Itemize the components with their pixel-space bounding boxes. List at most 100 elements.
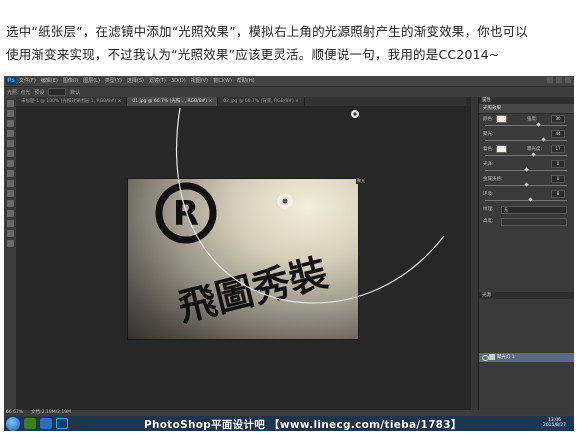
texture-row: 纹理: 无	[479, 204, 574, 216]
menu-type[interactable]: 类型(Y)	[105, 76, 122, 86]
marquee-tool-icon[interactable]	[6, 110, 14, 117]
panel-collapse-strip[interactable]	[471, 97, 478, 410]
eraser-tool-icon[interactable]	[6, 180, 14, 187]
light-list-item[interactable]: 聚光灯 1	[479, 353, 574, 362]
menu-edit[interactable]: 编辑(E)	[41, 76, 58, 86]
document-canvas[interactable]: R 飛圖秀裝	[127, 178, 359, 340]
preset-select[interactable]	[48, 88, 67, 96]
properties-title: 属性	[479, 97, 574, 104]
light-type-label: 光照: 点光	[7, 89, 31, 96]
ps-logo-icon: Ps	[6, 77, 16, 85]
prop-value-input[interactable]: 0	[551, 175, 565, 183]
explorer-icon[interactable]	[40, 418, 52, 429]
properties-panel: 属性 光照效果 颜色: 强度: 30 聚光: 44 着色: 曝光度: 17 光泽…	[478, 97, 574, 410]
menu-image[interactable]: 图像(I)	[63, 76, 78, 86]
prop-row-color: 颜色: 强度: 30	[479, 114, 574, 129]
lights-panel-title: 光源	[479, 292, 574, 299]
type-tool-icon[interactable]	[6, 210, 14, 217]
prop-row-metallic: 金属质感: 0	[479, 174, 574, 189]
menu-bar: Ps 文件(F) 编辑(E) 图像(I) 图层(L) 类型(Y) 选择(S) 滤…	[4, 76, 574, 86]
article-line-2: 使用渐变来实现，不过我认为“光照效果”应该更灵活。顺便说一句，我用的是CC201…	[6, 47, 500, 62]
canvas-title-text: 飛圖秀裝	[173, 250, 331, 330]
menu-filter[interactable]: 滤镜(T)	[149, 76, 166, 86]
prop-label: 高度:	[483, 219, 494, 224]
options-bar: 光照: 点光 预设 默认	[4, 86, 574, 97]
menu-3d[interactable]: 3D(D)	[171, 76, 186, 86]
canvas-artwork: R 飛圖秀裝	[155, 182, 332, 330]
clock-date: 2015/8/27	[542, 423, 566, 428]
gradient-tool-icon[interactable]	[6, 190, 14, 197]
prop-secondary-label: 强度:	[527, 117, 538, 122]
article-text: 选中“纸张层”，在滤镜中添加“光照效果”，模拟右上角的光源照射产生的渐变效果，你…	[0, 0, 577, 76]
prop-value-input[interactable]: 17	[551, 145, 565, 153]
pen-tool-icon[interactable]	[6, 200, 14, 207]
tab-untitled[interactable]: 未标题-1 @ 100% (光照效果图层 1, RGB/8#) ×	[16, 97, 128, 106]
preset-label: 预设	[34, 89, 45, 96]
brush-tool-icon[interactable]	[6, 160, 14, 167]
height-row: 高度:	[479, 216, 574, 228]
close-icon[interactable]	[565, 77, 571, 83]
light-item-label: 聚光灯 1	[497, 355, 515, 360]
browser-icon[interactable]	[24, 418, 36, 429]
start-button-icon[interactable]	[6, 416, 20, 431]
move-tool-icon[interactable]	[6, 100, 14, 107]
prop-label: 颜色:	[483, 117, 494, 122]
properties-tab-lighting[interactable]: 光照效果	[479, 104, 574, 114]
photoshop-window: Ps 文件(F) 编辑(E) 图像(I) 图层(L) 类型(Y) 选择(S) 滤…	[4, 76, 574, 431]
document-tabs: 未标题-1 @ 100% (光照效果图层 1, RGB/8#) × 01.jpg…	[16, 97, 466, 106]
prop-label: 金属质感:	[483, 177, 503, 182]
stamp-tool-icon[interactable]	[6, 170, 14, 177]
menu-layer[interactable]: 图层(L)	[83, 76, 100, 86]
eyedropper-tool-icon[interactable]	[6, 150, 14, 157]
lasso-tool-icon[interactable]	[6, 120, 14, 127]
prop-value-input[interactable]: 30	[551, 115, 565, 123]
menu-window[interactable]: 窗口(W)	[213, 76, 232, 86]
system-clock[interactable]: 13:06 2015/8/27	[543, 418, 566, 428]
menu-file[interactable]: 文件(F)	[19, 76, 36, 86]
logo-letter: R	[173, 194, 199, 234]
article-line-1: 选中“纸张层”，在滤镜中添加“光照效果”，模拟右上角的光源照射产生的渐变效果，你…	[6, 24, 529, 39]
prop-value-input[interactable]: 44	[551, 130, 565, 138]
window-controls	[547, 77, 571, 83]
tab-02-jpg[interactable]: 02.jpg @ 66.7% (背景, RGB/8#) ×	[218, 97, 305, 106]
zoom-tool-icon[interactable]	[6, 240, 14, 247]
shape-tool-icon[interactable]	[6, 220, 14, 227]
texture-select[interactable]: 无	[501, 206, 567, 214]
prop-label: 纹理:	[483, 207, 494, 212]
prop-label: 聚光:	[483, 132, 494, 137]
windows-taskbar: PhotoShop平面设计吧 【www.linecg.com/tieba/178…	[4, 416, 574, 431]
minimize-icon[interactable]	[547, 77, 553, 83]
prop-value-input[interactable]: 0	[551, 160, 565, 168]
prop-row-ambience: 环境: 8	[479, 189, 574, 204]
prop-row-colorize: 着色: 曝光度: 17	[479, 144, 574, 159]
prop-label: 光泽:	[483, 162, 494, 167]
light-type-badge: 聚光	[356, 178, 366, 184]
menu-view[interactable]: 视图(V)	[191, 76, 208, 86]
prop-label: 着色:	[483, 147, 494, 152]
registered-trademark-logo: R	[155, 182, 217, 244]
tools-panel	[4, 97, 16, 410]
colorize-swatch[interactable]	[496, 145, 507, 153]
crop-tool-icon[interactable]	[6, 140, 14, 147]
prop-secondary-label: 曝光度:	[527, 147, 543, 152]
prop-label: 环境:	[483, 192, 494, 197]
prop-slider-track[interactable]	[485, 125, 567, 126]
photoshop-taskbar-icon[interactable]	[56, 418, 68, 429]
color-swatch[interactable]	[496, 115, 507, 123]
prop-slider-track[interactable]	[485, 155, 567, 156]
hand-tool-icon[interactable]	[6, 230, 14, 237]
prop-slider-track[interactable]	[485, 140, 567, 141]
prop-slider-track[interactable]	[485, 200, 567, 201]
height-input[interactable]	[501, 218, 567, 226]
magic-wand-tool-icon[interactable]	[6, 130, 14, 137]
tab-01-jpg[interactable]: 01.jpg @ 66.7% (光照..., RGB/8#) ×	[127, 97, 219, 106]
visibility-eye-icon[interactable]	[482, 355, 489, 361]
menu-select[interactable]: 选择(S)	[127, 76, 144, 86]
prop-row-hotspot: 聚光: 44	[479, 129, 574, 144]
prop-value-input[interactable]: 8	[551, 190, 565, 198]
watermark-text: PhotoShop平面设计吧 【www.linecg.com/tieba/178…	[144, 419, 462, 431]
light-bulb-icon	[489, 354, 495, 360]
prop-row-gloss: 光泽: 0	[479, 159, 574, 174]
menu-help[interactable]: 帮助(H)	[237, 76, 255, 86]
maximize-icon[interactable]	[556, 77, 562, 83]
